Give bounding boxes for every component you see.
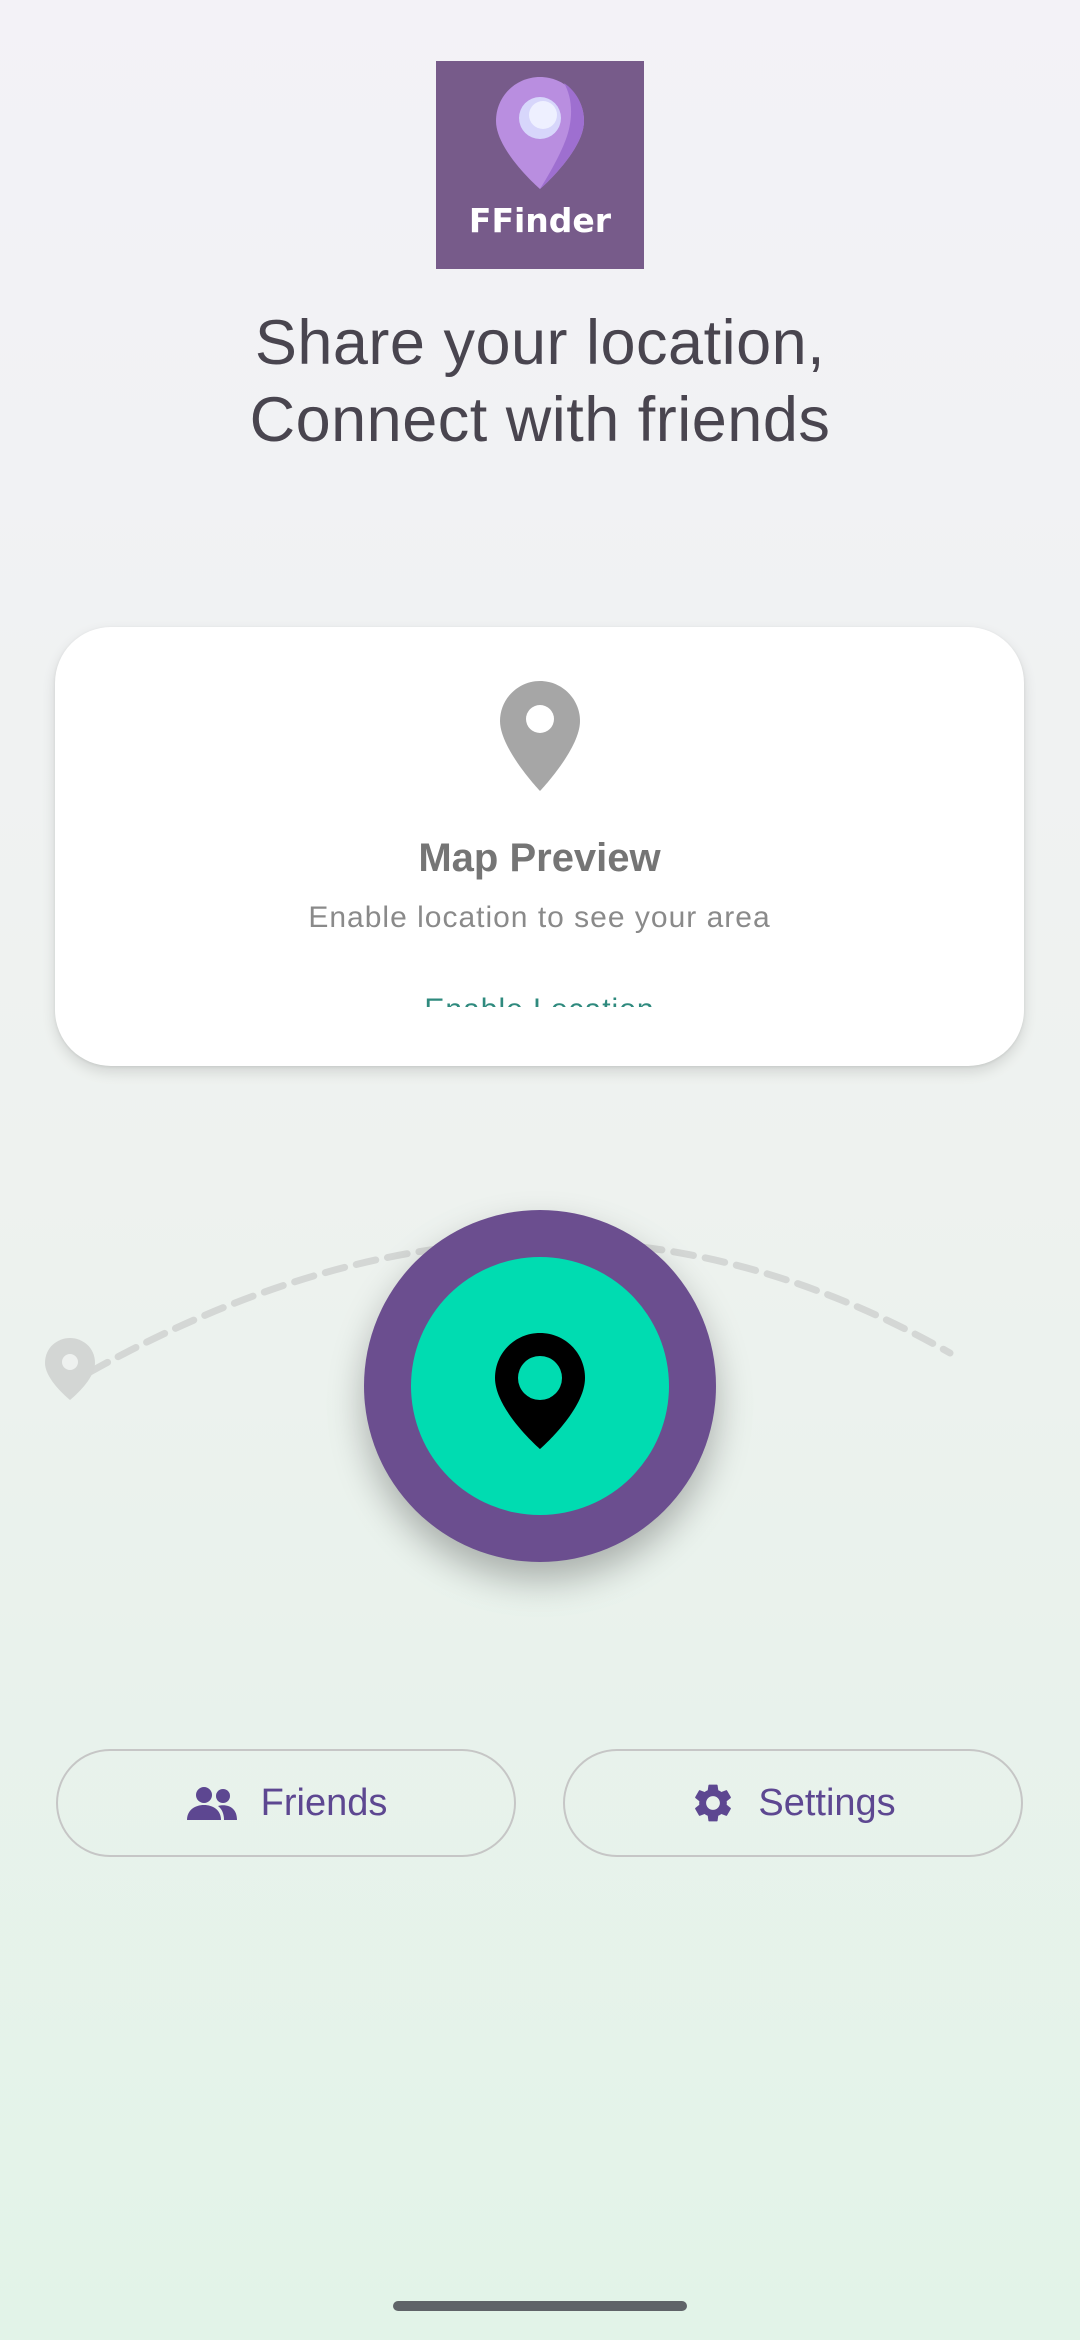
gear-icon (695, 1784, 732, 1822)
settings-label: Settings (758, 1781, 896, 1824)
location-pin-icon (495, 1333, 585, 1449)
people-icon (186, 1787, 237, 1820)
share-location-button-inner (411, 1257, 669, 1515)
small-pin-icon (45, 1338, 95, 1400)
home-indicator[interactable] (393, 2301, 687, 2311)
settings-button[interactable]: Settings (563, 1749, 1023, 1857)
share-location-button[interactable] (364, 1210, 716, 1562)
friends-button[interactable]: Friends (56, 1749, 516, 1857)
friends-label: Friends (260, 1781, 388, 1824)
